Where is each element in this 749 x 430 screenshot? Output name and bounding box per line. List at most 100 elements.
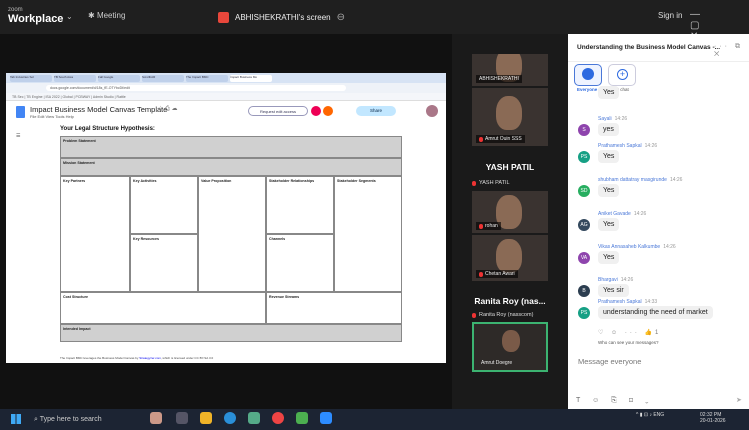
group-icon: [582, 68, 594, 80]
participant-name-chip: ABHISHEKRATHI: [476, 75, 522, 83]
plus-icon: +: [617, 69, 628, 80]
video-tile[interactable]: Chetan Awari: [472, 235, 548, 281]
clock-date: 20-01-2026: [700, 418, 726, 424]
participant-video: [496, 239, 522, 273]
chat-panel: Understanding the Business Model Canvas …: [568, 34, 749, 409]
muted-mic-icon: [479, 271, 483, 277]
sender-name-text: Aniket Gavade: [598, 211, 631, 217]
sender-name: shubham dattatray masgirunde 14:26: [598, 177, 682, 183]
sender-avatar: S: [578, 124, 590, 136]
sender-avatar: PS: [578, 307, 590, 319]
participant-video: [496, 96, 522, 130]
file-explorer-icon[interactable]: [200, 412, 212, 424]
sign-in-button[interactable]: Sign in: [658, 11, 682, 20]
video-tile[interactable]: ABHISHEKRATHI: [472, 54, 548, 86]
chevron-down-icon[interactable]: ⌄: [66, 12, 73, 21]
sender-avatar: VA: [578, 252, 590, 264]
sender-avatar: AG: [578, 219, 590, 231]
message-time: 14:26: [614, 116, 628, 122]
outline-icon[interactable]: ☰: [16, 133, 20, 139]
chat-header-controls[interactable]: ··· ⧉ ✕: [714, 43, 749, 59]
sender-name: Vikas Annasaheb Kalkumbe 14:26: [598, 244, 676, 250]
participant-name-chip: rohan: [476, 222, 501, 230]
message-input[interactable]: Message everyone: [578, 357, 641, 366]
message-time: 14:33: [644, 299, 658, 305]
participant-name: rohan: [485, 223, 498, 229]
sender-name: Prathamesh Sapkal 14:33: [598, 299, 657, 305]
browser-tab[interactable]: The Impact BMC: [186, 75, 228, 82]
visibility-notice[interactable]: Who can see your messages?: [598, 340, 659, 345]
meeting-tab[interactable]: ✱ Meeting: [88, 11, 125, 20]
request-edit-button[interactable]: Request edit access: [248, 106, 308, 116]
everyone-tab-label[interactable]: Everyone: [577, 87, 597, 92]
browser-tab[interactable]: ScrollbAR: [142, 75, 184, 82]
doc-page: Your Legal Structure Hypothesis: Problem…: [40, 126, 412, 363]
docs-icon: [16, 106, 25, 118]
doc-share-button[interactable]: Share: [356, 106, 396, 116]
browser-tab-active[interactable]: Impact Business Mo: [230, 75, 272, 82]
message-time: 14:26: [669, 177, 683, 183]
participant-name-chip: Chetan Awari: [476, 270, 518, 278]
user-avatar[interactable]: [426, 105, 438, 117]
brand-main: Workplace: [8, 13, 64, 25]
new-chat-tab[interactable]: +: [608, 64, 636, 86]
share-options-icon[interactable]: ⊖: [337, 12, 345, 23]
bookmarks-bar[interactable]: TB Sec | TB Engine | ISA 2022 | Global |…: [6, 93, 446, 101]
active-speaker-tile[interactable]: Amrut Doegre: [472, 322, 548, 372]
taskbar-app-icon[interactable]: [150, 412, 162, 424]
taskbar-app-icon[interactable]: [248, 412, 260, 424]
system-tray[interactable]: ^ ▮ ⊡ ♪ ENG: [636, 412, 664, 418]
message-bubble: Yes: [598, 86, 620, 99]
video-tile[interactable]: Amrut Ouin SSS: [472, 88, 548, 146]
browser-tab[interactable]: TB South Asia: [54, 75, 96, 82]
task-view-icon[interactable]: [176, 412, 188, 424]
chat-toolbar[interactable]: T ☺ ⎘ ⊡ ⌄: [576, 397, 653, 405]
doc-menu-bar[interactable]: File Edit View Tools Help: [30, 114, 74, 119]
strategyzer-link[interactable]: Strategyzer.com: [139, 356, 161, 360]
collaborator-avatar[interactable]: [311, 106, 321, 116]
message-time: 14:26: [644, 143, 658, 149]
edge-icon[interactable]: [224, 412, 236, 424]
participant-name: YASH PATIL: [479, 180, 510, 186]
message-time: 14:26: [633, 211, 647, 217]
doc-title-icons[interactable]: ☆ ⎙ ☁: [158, 105, 178, 113]
muted-mic-icon: [479, 223, 483, 229]
everyone-tab[interactable]: [574, 64, 602, 86]
address-bar[interactable]: docs.google.com/document/d/18s_fE-OTYbcD…: [46, 85, 346, 91]
doc-title[interactable]: Impact Business Model Canvas Template: [30, 105, 167, 114]
browser-tab[interactable]: Fall Google: [98, 75, 140, 82]
sender-name-text: Prathamesh Sapkal: [598, 143, 642, 149]
zoom-taskbar-icon[interactable]: [320, 412, 332, 424]
taskbar-clock[interactable]: 02:32 PM 20-01-2026: [700, 412, 726, 424]
browser-tab-strip: Tab Industries Sol TB South Asia Fall Go…: [6, 73, 446, 83]
participant-subname: Ranita Roy (nasscom): [472, 312, 533, 318]
stakeholder-segments-cell: Stakeholder Segments: [334, 176, 402, 292]
send-icon[interactable]: ➤: [736, 396, 742, 404]
sender-name-text: Bhargavi: [598, 277, 618, 283]
participant-avatar-name: Ranita Roy (nas...: [474, 296, 546, 306]
taskbar-search[interactable]: ⌕ Type here to search: [30, 411, 130, 428]
windows-start-icon[interactable]: [11, 414, 21, 424]
screen-share-indicator[interactable]: ABHISHEKRATHI's screen ⊖: [218, 9, 345, 25]
share-label: ABHISHEKRATHI's screen: [235, 12, 331, 22]
video-tile[interactable]: rohan: [472, 191, 548, 233]
chrome-icon[interactable]: [272, 412, 284, 424]
message-time: 14:26: [620, 277, 634, 283]
participant-name: ABHISHEKRATHI: [479, 76, 519, 82]
sender-name: Bhargavi 14:26: [598, 277, 633, 283]
participant-name-chip: Amrut Ouin SSS: [476, 135, 525, 143]
sender-name: Prathamesh Sapkal 14:26: [598, 143, 657, 149]
share-icon: [218, 11, 229, 23]
taskbar-app-icon[interactable]: [296, 412, 308, 424]
collaborator-avatar[interactable]: [323, 106, 333, 116]
message-reactions[interactable]: ♡ ☺ ··· 👍1: [598, 329, 661, 336]
message-bubble: Yes: [598, 150, 620, 163]
problem-statement-cell: Problem Statement: [60, 136, 402, 158]
participant-avatar-name: YASH PATIL: [485, 162, 535, 172]
sender-avatar: PS: [578, 151, 590, 163]
key-resources-cell: Key Resources: [130, 234, 198, 292]
sender-name-text: Prathamesh Sapkal: [598, 299, 642, 305]
browser-tab[interactable]: Tab Industries Sol: [10, 75, 52, 82]
chat-title: Understanding the Business Model Canvas …: [577, 44, 721, 51]
sender-name-text: Vikas Annasaheb Kalkumbe: [598, 244, 661, 250]
